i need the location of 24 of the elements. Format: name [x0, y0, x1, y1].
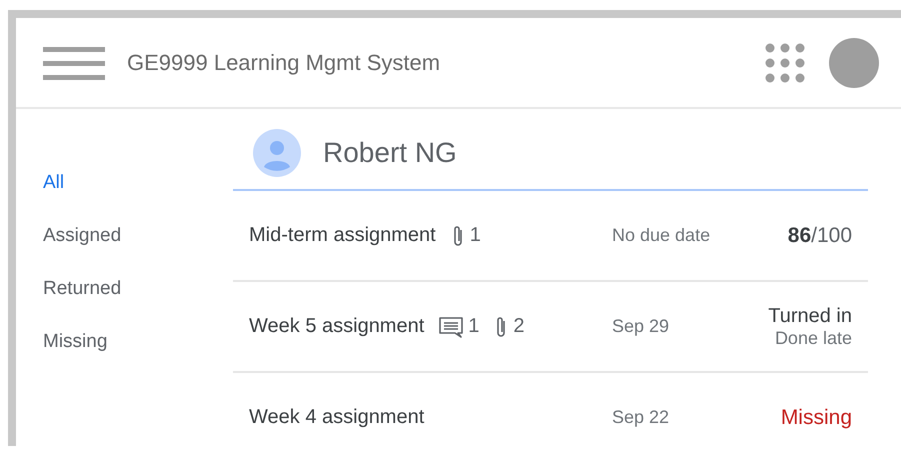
student-name: Robert NG [323, 137, 457, 169]
sidebar-item[interactable]: Returned [43, 277, 122, 330]
status-label: Turned in [768, 304, 852, 328]
attachment-count: 1 [470, 224, 481, 247]
avatar-icon [253, 129, 301, 177]
assignment-title[interactable]: Week 5 assignment [249, 315, 424, 338]
sidebar-item[interactable]: Missing [43, 330, 108, 383]
menu-icon[interactable] [43, 44, 105, 80]
due-date: Sep 22 [612, 407, 670, 428]
due-date: No due date [612, 225, 712, 246]
attachment-count: 2 [513, 315, 525, 338]
assignment-title[interactable]: Mid-term assignment [249, 224, 436, 247]
sidebar-item[interactable]: Assigned [43, 224, 122, 277]
grade: 86/100 [788, 224, 852, 248]
sidebar-item[interactable]: All [43, 171, 64, 224]
status-note: Done late [774, 328, 852, 348]
assignment-title[interactable]: Week 4 assignment [249, 406, 424, 429]
apps-grid-icon[interactable] [765, 42, 805, 82]
app-title: GE9999 Learning Mgmt System [127, 50, 442, 76]
status-label: Missing [780, 406, 852, 430]
comment-icon [438, 314, 464, 338]
account-avatar[interactable] [829, 38, 879, 88]
due-date: Sep 29 [612, 316, 670, 337]
comment-count: 1 [468, 315, 480, 338]
